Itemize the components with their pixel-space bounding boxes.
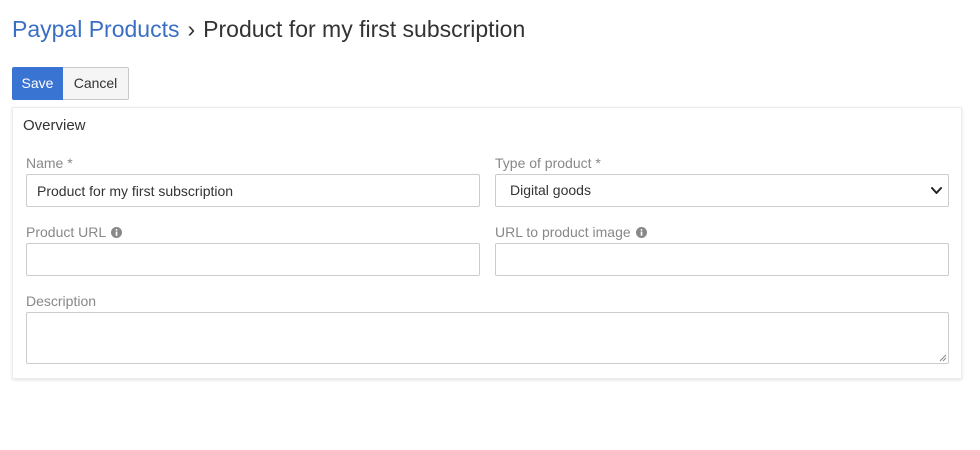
breadcrumb-paypal-products-link[interactable]: Paypal Products xyxy=(12,16,179,42)
type-label: Type of product * xyxy=(495,155,601,171)
product-url-input[interactable] xyxy=(26,243,480,276)
info-icon[interactable] xyxy=(635,226,647,238)
name-input[interactable] xyxy=(26,174,480,207)
product-url-label: Product URL xyxy=(26,224,123,240)
description-label-text: Description xyxy=(26,293,97,309)
description-label: Description xyxy=(26,293,96,309)
resize-handle-icon[interactable] xyxy=(939,354,947,362)
image-url-label-text: URL to product image xyxy=(495,224,631,240)
name-label: Name * xyxy=(26,155,73,171)
info-icon[interactable] xyxy=(111,226,123,238)
overview-panel: Overview Name * Type of product * Digita… xyxy=(12,107,962,379)
name-label-text: Name * xyxy=(26,155,73,171)
page: Paypal Products › Product for my first sub… xyxy=(0,0,980,450)
overview-title: Overview xyxy=(23,117,86,134)
breadcrumb-separator: › xyxy=(187,16,196,42)
save-button[interactable]: Save xyxy=(12,67,63,100)
description-textarea[interactable] xyxy=(26,312,949,364)
type-select-value: Digital goods xyxy=(510,182,591,198)
chevron-down-icon xyxy=(931,187,942,194)
image-url-input[interactable] xyxy=(495,243,949,276)
type-label-text: Type of product * xyxy=(495,155,601,171)
image-url-label: URL to product image xyxy=(495,224,647,240)
breadcrumb: Paypal Products › Product for my first sub… xyxy=(12,14,525,44)
form-toolbar: Save Cancel xyxy=(12,67,129,100)
cancel-button[interactable]: Cancel xyxy=(63,67,129,100)
product-url-label-text: Product URL xyxy=(26,224,107,240)
page-title: Product for my first subscription xyxy=(203,16,526,42)
type-select[interactable]: Digital goods xyxy=(495,174,949,207)
